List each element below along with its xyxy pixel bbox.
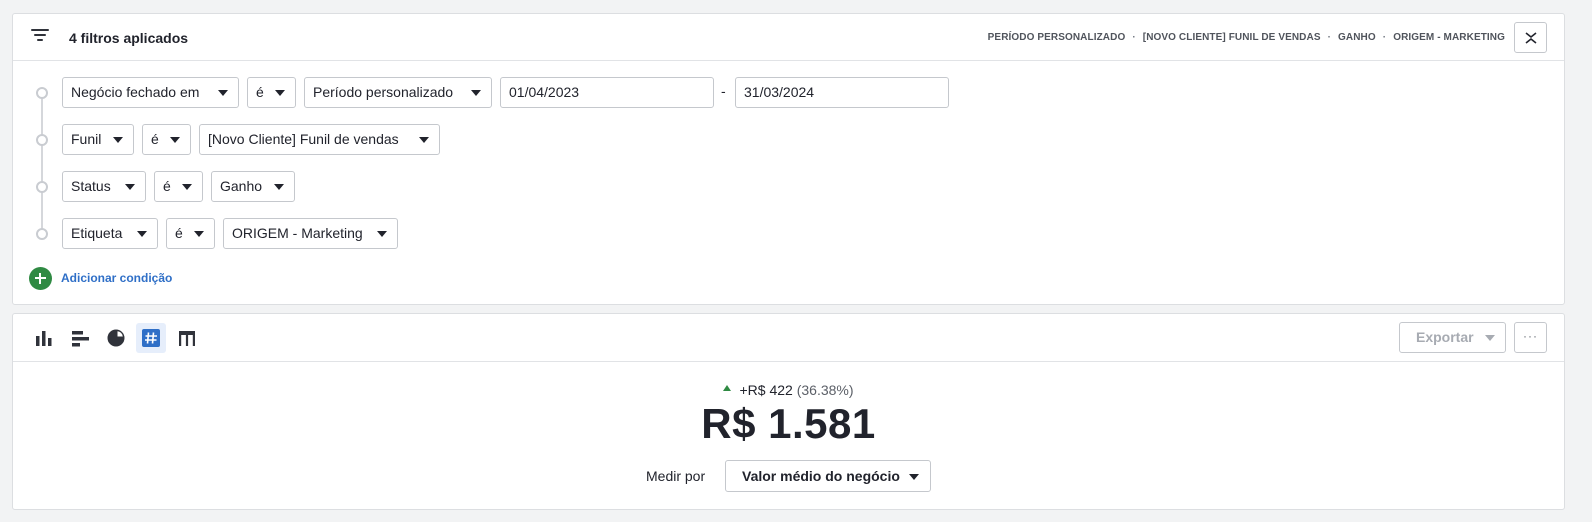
- conditions-list: Negócio fechado em é Período personaliza…: [13, 62, 1564, 302]
- value-label: Período personalizado: [313, 84, 454, 100]
- caret-down-icon: [419, 137, 429, 143]
- caret-down-icon: [137, 231, 147, 237]
- report-panel: Exportar ··· +R$ 422 (36.38%) R$ 1.581 M…: [12, 313, 1565, 510]
- field-label: Negócio fechado em: [71, 84, 200, 100]
- measure-value: Valor médio do negócio: [742, 468, 900, 484]
- collapse-icon: [1525, 32, 1537, 44]
- condition-row: Funil é [Novo Cliente] Funil de vendas: [13, 124, 1013, 156]
- caret-down-icon: [275, 90, 285, 96]
- date-range-separator: -: [721, 83, 726, 99]
- field-label: Etiqueta: [71, 225, 123, 241]
- operator-label: é: [163, 178, 171, 194]
- pie-chart-icon[interactable]: [101, 323, 131, 353]
- operator-dropdown[interactable]: é: [166, 218, 215, 249]
- summary-item: ORIGEM - MARKETING: [1393, 32, 1505, 43]
- more-options-button[interactable]: ···: [1514, 322, 1547, 353]
- caret-down-icon: [1485, 335, 1495, 341]
- field-label: Funil: [71, 131, 102, 147]
- value-label: [Novo Cliente] Funil de vendas: [208, 131, 399, 147]
- condition-row: Etiqueta é ORIGEM - Marketing: [13, 218, 1013, 250]
- value-dropdown[interactable]: ORIGEM - Marketing: [223, 218, 398, 249]
- field-dropdown[interactable]: Status: [62, 171, 146, 202]
- value-label: ORIGEM - Marketing: [232, 225, 363, 241]
- summary-separator: ·: [1327, 32, 1332, 43]
- delta-value: +R$ 422: [739, 382, 793, 398]
- field-label: Status: [71, 178, 111, 194]
- column-chart-icon[interactable]: [29, 323, 59, 353]
- filters-panel: 4 filtros aplicados PERÍODO PERSONALIZAD…: [12, 13, 1565, 305]
- value-dropdown[interactable]: Período personalizado: [304, 77, 492, 108]
- summary-separator: ·: [1382, 32, 1387, 43]
- add-condition-label: Adicionar condição: [61, 271, 173, 285]
- operator-dropdown[interactable]: é: [154, 171, 203, 202]
- field-dropdown[interactable]: Negócio fechado em: [62, 77, 239, 108]
- condition-row: Status é Ganho: [13, 171, 1013, 203]
- caret-down-icon: [377, 231, 387, 237]
- operator-label: é: [175, 225, 183, 241]
- timeline-line: [41, 94, 43, 236]
- summary-separator: ·: [1132, 32, 1136, 43]
- value-dropdown[interactable]: [Novo Cliente] Funil de vendas: [199, 124, 440, 155]
- caret-down-icon: [182, 184, 192, 190]
- date-to-input[interactable]: 31/03/2024: [735, 77, 949, 108]
- condition-node: [36, 87, 48, 99]
- caret-down-icon: [218, 90, 228, 96]
- export-label: Exportar: [1416, 329, 1474, 345]
- delta-percent: (36.38%): [796, 382, 854, 398]
- filters-summary: PERÍODO PERSONALIZADO · [NOVO CLIENTE] FUN…: [988, 32, 1505, 43]
- condition-node: [36, 134, 48, 146]
- operator-label: é: [256, 84, 264, 100]
- operator-label: é: [151, 131, 159, 147]
- arrow-up-icon: [723, 385, 732, 392]
- condition-node: [36, 228, 48, 240]
- caret-down-icon: [194, 231, 204, 237]
- caret-down-icon: [909, 474, 919, 480]
- kpi-delta: +R$ 422 (36.38%): [13, 382, 1564, 398]
- kpi-value: R$ 1.581: [701, 400, 876, 447]
- kpi-area: +R$ 422 (36.38%) R$ 1.581 Medir por Valo…: [13, 362, 1564, 510]
- condition-node: [36, 181, 48, 193]
- field-dropdown[interactable]: Etiqueta: [62, 218, 158, 249]
- plus-icon: [29, 267, 52, 290]
- operator-dropdown[interactable]: é: [247, 77, 296, 108]
- measure-label: Medir por: [646, 468, 706, 484]
- caret-down-icon: [274, 184, 284, 190]
- filter-icon[interactable]: [31, 28, 49, 42]
- caret-down-icon: [170, 137, 180, 143]
- filters-count: 4 filtros aplicados: [69, 30, 189, 46]
- summary-item: GANHO: [1338, 32, 1376, 43]
- caret-down-icon: [471, 90, 481, 96]
- field-dropdown[interactable]: Funil: [62, 124, 134, 155]
- bar-chart-icon[interactable]: [65, 323, 95, 353]
- table-icon[interactable]: [172, 323, 202, 353]
- condition-row: Negócio fechado em é Período personaliza…: [13, 77, 1013, 109]
- operator-dropdown[interactable]: é: [142, 124, 191, 155]
- summary-item: PERÍODO PERSONALIZADO: [987, 32, 1126, 43]
- value-label: Ganho: [220, 178, 263, 194]
- export-button[interactable]: Exportar: [1399, 322, 1506, 353]
- date-from-input[interactable]: 01/04/2023: [500, 77, 714, 108]
- measure-dropdown[interactable]: Valor médio do negócio: [725, 460, 931, 492]
- report-toolbar: Exportar ···: [13, 314, 1564, 362]
- filters-header: 4 filtros aplicados PERÍODO PERSONALIZAD…: [13, 14, 1564, 61]
- collapse-filters-button[interactable]: [1514, 22, 1547, 53]
- caret-down-icon: [125, 184, 135, 190]
- summary-item: [NOVO CLIENTE] FUNIL DE VENDAS: [1142, 32, 1321, 43]
- number-icon[interactable]: [136, 323, 166, 353]
- caret-down-icon: [113, 137, 123, 143]
- value-dropdown[interactable]: Ganho: [211, 171, 295, 202]
